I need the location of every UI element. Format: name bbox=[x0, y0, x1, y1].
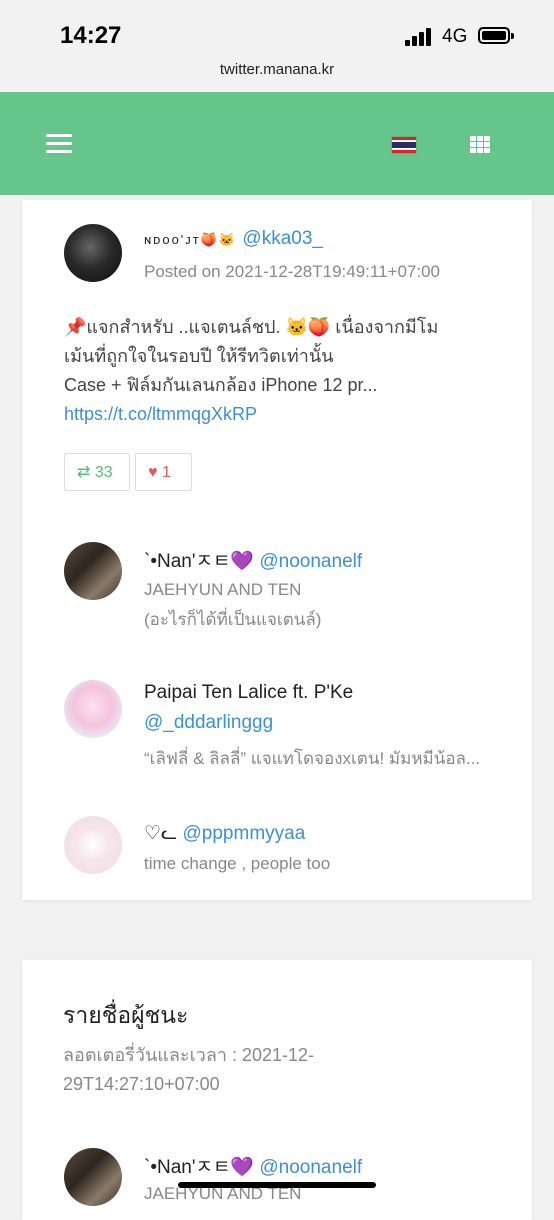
reply-author: ♡ᓚ @pppmmyyaa bbox=[144, 822, 305, 845]
avatar[interactable] bbox=[64, 224, 122, 282]
like-count-button[interactable]: ♥ 1 bbox=[135, 453, 192, 491]
reply-bio: JAEHYUN AND TEN bbox=[144, 580, 302, 599]
reply-bio: time change , people too bbox=[144, 854, 331, 873]
lottery-datetime: ลอตเตอรี่วันและเวลา : 2021-12- 29T14:27:… bbox=[63, 1041, 383, 1099]
reply-handle[interactable]: @_dddarlinggg bbox=[144, 712, 273, 734]
tweet-card: ɴᴅᴏᴏ'ᴊᴛ🍑🐱 @kka03_ Posted on 2021-12-28T1… bbox=[22, 200, 532, 900]
reply-name: Paipai Ten Lalice ft. P'Ke bbox=[144, 682, 354, 703]
author-name: ɴᴅᴏᴏ'ᴊᴛ🍑🐱 bbox=[144, 232, 238, 247]
tweet-text-line: Case + ฟิล์มกันเลนกล้อง iPhone 12 pr... bbox=[64, 375, 378, 395]
reply-name: `•Nan'ㅈㅌ💜 bbox=[144, 551, 255, 572]
retweet-count: 33 bbox=[94, 464, 113, 481]
battery-icon bbox=[478, 27, 514, 44]
avatar[interactable] bbox=[64, 1148, 122, 1206]
grid-menu-icon[interactable] bbox=[470, 136, 490, 153]
winners-card: รายชื่อผู้ชนะ ลอตเตอรี่วันและเวลา : 2021… bbox=[22, 960, 532, 1220]
hamburger-icon[interactable] bbox=[46, 134, 72, 154]
retweet-count-button[interactable]: ⇄ 33 bbox=[64, 453, 130, 491]
winner-name: `•Nan'ㅈㅌ💜 bbox=[144, 1157, 255, 1178]
like-count: 1 bbox=[161, 464, 171, 481]
retweet-icon: ⇄ bbox=[77, 464, 91, 481]
tweet-text-line: เม้นที่ถูกใจในรอบปี ให้รีทวิตเท่านั้น bbox=[64, 346, 334, 366]
winners-title: รายชื่อผู้ชนะ bbox=[63, 1002, 189, 1028]
home-indicator[interactable] bbox=[178, 1182, 376, 1188]
lottery-line: 29T14:27:10+07:00 bbox=[63, 1074, 220, 1094]
reply-bio: “เลิฟลี่ & ลิลลี่” แจแทโดจองxเตน! มัมหมี… bbox=[144, 749, 481, 768]
winner-author: `•Nan'ㅈㅌ💜 @noonanelf bbox=[144, 1152, 362, 1179]
winner-handle[interactable]: @noonanelf bbox=[259, 1157, 362, 1178]
reply-author: `•Nan'ㅈㅌ💜 @noonanelf bbox=[144, 546, 362, 573]
tweet-author: ɴᴅᴏᴏ'ᴊᴛ🍑🐱 @kka03_ bbox=[144, 228, 323, 250]
url-bar[interactable]: twitter.manana.kr bbox=[0, 56, 554, 92]
avatar[interactable] bbox=[64, 816, 122, 874]
signal-icon bbox=[405, 28, 435, 46]
status-time: 14:27 bbox=[60, 22, 122, 49]
tweet-text-line: 📌แจกสำหรับ ..แจเตนล์ชป. 🐱🍑 เนื่องจากมีโม bbox=[64, 317, 439, 337]
avatar[interactable] bbox=[64, 680, 122, 738]
lottery-line: ลอตเตอรี่วันและเวลา : 2021-12- bbox=[63, 1045, 315, 1065]
posted-date: Posted on 2021-12-28T19:49:11+07:00 bbox=[144, 262, 441, 281]
tweet-text: 📌แจกสำหรับ ..แจเตนล์ชป. 🐱🍑 เนื่องจากมีโม… bbox=[64, 313, 484, 429]
heart-icon: ♥ bbox=[148, 464, 158, 481]
reply-name: ♡ᓚ bbox=[144, 823, 178, 844]
status-bar: 14:27 4G bbox=[0, 0, 554, 56]
reply-bio: (อะไรก็ได้ที่เป็นแจเตนล์) bbox=[144, 610, 322, 629]
reply-handle[interactable]: @pppmmyyaa bbox=[183, 823, 306, 844]
reply-handle[interactable]: @noonanelf bbox=[259, 551, 362, 572]
author-handle[interactable]: @kka03_ bbox=[242, 228, 323, 249]
network-label: 4G bbox=[442, 26, 468, 47]
tweet-link[interactable]: https://t.co/ltmmqgXkRP bbox=[64, 400, 484, 429]
thailand-flag-icon[interactable] bbox=[392, 137, 416, 153]
avatar[interactable] bbox=[64, 542, 122, 600]
